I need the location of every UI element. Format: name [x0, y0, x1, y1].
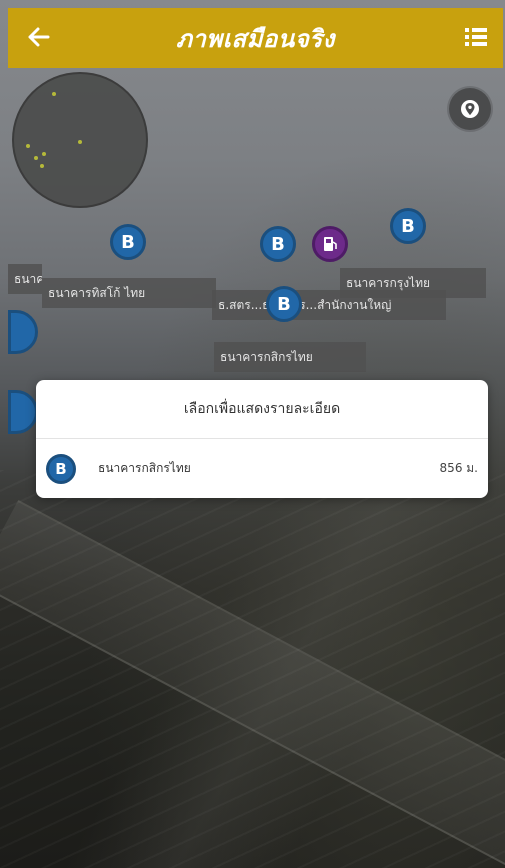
page-title: ภาพเสมือนจริง — [176, 24, 335, 53]
radar-dot — [34, 156, 38, 160]
bank-marker[interactable]: B — [266, 286, 302, 322]
radar-dot — [78, 140, 82, 144]
radar-dot — [40, 164, 44, 168]
radar-dot — [52, 92, 56, 96]
poi-name: ธนาคารกสิกรไทย — [98, 461, 191, 475]
dialog-list-item[interactable]: B ธนาคารกสิกรไทย 856 ม. — [36, 439, 488, 498]
radar-minimap — [12, 72, 148, 208]
back-button[interactable] — [22, 20, 56, 54]
bank-icon: B — [46, 453, 76, 484]
ar-view-screen: ภาพเสมือนจริง ธนาคารทิสโก้ ไทย — [0, 0, 505, 868]
radar-dot — [42, 152, 46, 156]
my-location-button[interactable] — [449, 88, 491, 130]
poi-label[interactable]: ธนาคารกสิกรไทย — [214, 342, 366, 372]
list-icon — [465, 28, 487, 46]
arrow-left-icon — [28, 27, 50, 47]
camera-road — [0, 499, 505, 868]
poi-distance: 856 ม. — [439, 461, 478, 475]
list-menu-button[interactable] — [459, 20, 493, 54]
select-poi-dialog: เลือกเพื่อแสดงรายละเอียด B ธนาคารกสิกรไท… — [36, 380, 488, 498]
poi-label[interactable]: ธนาคารทิสโก้ ไทย — [8, 264, 42, 294]
bank-marker[interactable]: B — [390, 208, 426, 244]
poi-label[interactable]: ธนาคารกรุงไทย — [340, 268, 486, 298]
app-header: ภาพเสมือนจริง — [8, 8, 503, 68]
bank-marker[interactable]: B — [260, 226, 296, 262]
radar-dot — [26, 144, 30, 148]
location-pin-icon — [461, 100, 479, 118]
dialog-title: เลือกเพื่อแสดงรายละเอียด — [36, 380, 488, 439]
gas-station-marker[interactable] — [312, 226, 348, 262]
poi-label[interactable]: ธนาคารทิสโก้ ไทย — [42, 278, 216, 308]
bank-marker[interactable]: B — [110, 224, 146, 260]
gas-pump-icon — [324, 237, 337, 251]
